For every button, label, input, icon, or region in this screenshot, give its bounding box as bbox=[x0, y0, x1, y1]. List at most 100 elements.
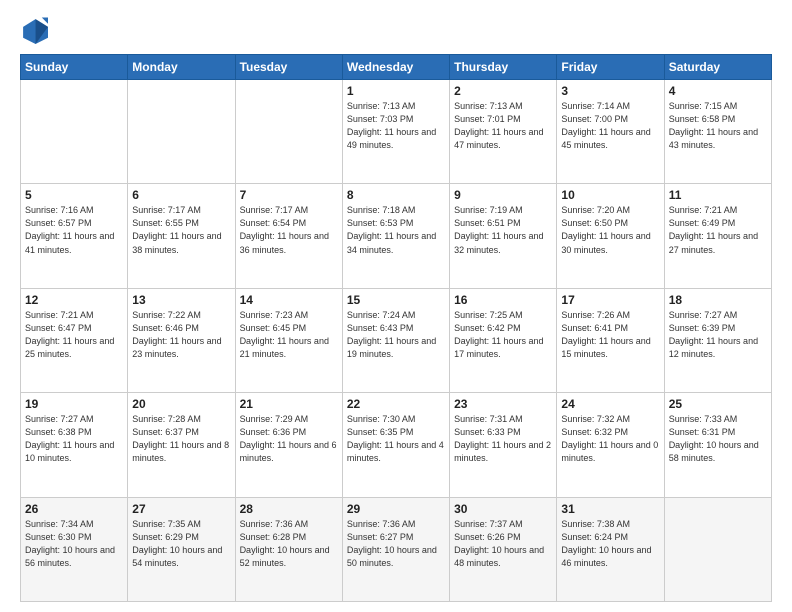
header bbox=[20, 16, 772, 44]
day-number: 31 bbox=[561, 502, 659, 516]
day-number: 21 bbox=[240, 397, 338, 411]
day-number: 30 bbox=[454, 502, 552, 516]
day-number: 9 bbox=[454, 188, 552, 202]
day-number: 19 bbox=[25, 397, 123, 411]
day-info: Sunrise: 7:17 AM Sunset: 6:55 PM Dayligh… bbox=[132, 204, 230, 256]
day-info: Sunrise: 7:24 AM Sunset: 6:43 PM Dayligh… bbox=[347, 309, 445, 361]
calendar-cell bbox=[128, 80, 235, 184]
calendar-week-row: 1Sunrise: 7:13 AM Sunset: 7:03 PM Daylig… bbox=[21, 80, 772, 184]
day-number: 17 bbox=[561, 293, 659, 307]
day-info: Sunrise: 7:18 AM Sunset: 6:53 PM Dayligh… bbox=[347, 204, 445, 256]
day-number: 29 bbox=[347, 502, 445, 516]
day-number: 4 bbox=[669, 84, 767, 98]
day-info: Sunrise: 7:20 AM Sunset: 6:50 PM Dayligh… bbox=[561, 204, 659, 256]
calendar-cell: 14 Sunrise: 7:23 AM Sunset: 6:45 PM Dayli… bbox=[235, 288, 342, 392]
day-info: Sunrise: 7:34 AM Sunset: 6:30 PM Dayligh… bbox=[25, 518, 123, 570]
day-number: 16 bbox=[454, 293, 552, 307]
day-info: Sunrise: 7:28 AM Sunset: 6:37 PM Dayligh… bbox=[132, 413, 230, 465]
day-info: Sunrise: 7:22 AM Sunset: 6:46 PM Dayligh… bbox=[132, 309, 230, 361]
calendar-cell: 17Sunrise: 7:26 AM Sunset: 6:41 PM Dayli… bbox=[557, 288, 664, 392]
calendar-cell: 7 Sunrise: 7:17 AM Sunset: 6:54 PM Daylig… bbox=[235, 184, 342, 288]
day-info: Sunrise: 7:25 AM Sunset: 6:42 PM Dayligh… bbox=[454, 309, 552, 361]
weekday-header: Thursday bbox=[450, 55, 557, 80]
day-info: Sunrise: 7:17 AM Sunset: 6:54 PM Dayligh… bbox=[240, 204, 338, 256]
day-info: Sunrise: 7:32 AM Sunset: 6:32 PM Dayligh… bbox=[561, 413, 659, 465]
calendar-cell: 12Sunrise: 7:21 AM Sunset: 6:47 PM Dayli… bbox=[21, 288, 128, 392]
calendar-cell: 15 Sunrise: 7:24 AM Sunset: 6:43 PM Dayli… bbox=[342, 288, 449, 392]
calendar-cell: 13Sunrise: 7:22 AM Sunset: 6:46 PM Dayli… bbox=[128, 288, 235, 392]
day-number: 18 bbox=[669, 293, 767, 307]
day-info: Sunrise: 7:23 AM Sunset: 6:45 PM Dayligh… bbox=[240, 309, 338, 361]
logo bbox=[20, 16, 52, 44]
calendar-cell: 5 Sunrise: 7:16 AM Sunset: 6:57 PM Daylig… bbox=[21, 184, 128, 288]
day-number: 3 bbox=[561, 84, 659, 98]
calendar-week-row: 26 Sunrise: 7:34 AM Sunset: 6:30 PM Dayli… bbox=[21, 497, 772, 601]
day-number: 22 bbox=[347, 397, 445, 411]
calendar-cell: 20 Sunrise: 7:28 AM Sunset: 6:37 PM Dayli… bbox=[128, 393, 235, 497]
day-info: Sunrise: 7:30 AM Sunset: 6:35 PM Dayligh… bbox=[347, 413, 445, 465]
day-info: Sunrise: 7:35 AM Sunset: 6:29 PM Dayligh… bbox=[132, 518, 230, 570]
calendar-cell: 8 Sunrise: 7:18 AM Sunset: 6:53 PM Daylig… bbox=[342, 184, 449, 288]
day-info: Sunrise: 7:15 AM Sunset: 6:58 PM Dayligh… bbox=[669, 100, 767, 152]
day-number: 15 bbox=[347, 293, 445, 307]
day-info: Sunrise: 7:13 AM Sunset: 7:01 PM Dayligh… bbox=[454, 100, 552, 152]
day-number: 24 bbox=[561, 397, 659, 411]
calendar-cell: 25Sunrise: 7:33 AM Sunset: 6:31 PM Dayli… bbox=[664, 393, 771, 497]
calendar-cell bbox=[235, 80, 342, 184]
day-info: Sunrise: 7:13 AM Sunset: 7:03 PM Dayligh… bbox=[347, 100, 445, 152]
weekday-row: SundayMondayTuesdayWednesdayThursdayFrid… bbox=[21, 55, 772, 80]
day-number: 14 bbox=[240, 293, 338, 307]
calendar-body: 1Sunrise: 7:13 AM Sunset: 7:03 PM Daylig… bbox=[21, 80, 772, 602]
calendar-cell: 23Sunrise: 7:31 AM Sunset: 6:33 PM Dayli… bbox=[450, 393, 557, 497]
calendar-cell: 11Sunrise: 7:21 AM Sunset: 6:49 PM Dayli… bbox=[664, 184, 771, 288]
logo-icon bbox=[20, 16, 48, 44]
day-info: Sunrise: 7:27 AM Sunset: 6:38 PM Dayligh… bbox=[25, 413, 123, 465]
calendar-cell: 3 Sunrise: 7:14 AM Sunset: 7:00 PM Daylig… bbox=[557, 80, 664, 184]
calendar-header: SundayMondayTuesdayWednesdayThursdayFrid… bbox=[21, 55, 772, 80]
day-info: Sunrise: 7:36 AM Sunset: 6:27 PM Dayligh… bbox=[347, 518, 445, 570]
calendar-cell: 4 Sunrise: 7:15 AM Sunset: 6:58 PM Daylig… bbox=[664, 80, 771, 184]
calendar: SundayMondayTuesdayWednesdayThursdayFrid… bbox=[20, 54, 772, 602]
weekday-header: Monday bbox=[128, 55, 235, 80]
day-info: Sunrise: 7:21 AM Sunset: 6:47 PM Dayligh… bbox=[25, 309, 123, 361]
day-number: 2 bbox=[454, 84, 552, 98]
weekday-header: Sunday bbox=[21, 55, 128, 80]
day-info: Sunrise: 7:37 AM Sunset: 6:26 PM Dayligh… bbox=[454, 518, 552, 570]
day-number: 26 bbox=[25, 502, 123, 516]
day-info: Sunrise: 7:19 AM Sunset: 6:51 PM Dayligh… bbox=[454, 204, 552, 256]
calendar-week-row: 5 Sunrise: 7:16 AM Sunset: 6:57 PM Daylig… bbox=[21, 184, 772, 288]
calendar-cell: 1Sunrise: 7:13 AM Sunset: 7:03 PM Daylig… bbox=[342, 80, 449, 184]
calendar-cell: 19 Sunrise: 7:27 AM Sunset: 6:38 PM Dayli… bbox=[21, 393, 128, 497]
day-number: 23 bbox=[454, 397, 552, 411]
calendar-week-row: 12Sunrise: 7:21 AM Sunset: 6:47 PM Dayli… bbox=[21, 288, 772, 392]
calendar-cell: 27 Sunrise: 7:35 AM Sunset: 6:29 PM Dayli… bbox=[128, 497, 235, 601]
calendar-cell: 18 Sunrise: 7:27 AM Sunset: 6:39 PM Dayli… bbox=[664, 288, 771, 392]
weekday-header: Tuesday bbox=[235, 55, 342, 80]
calendar-cell: 29 Sunrise: 7:36 AM Sunset: 6:27 PM Dayli… bbox=[342, 497, 449, 601]
calendar-cell bbox=[21, 80, 128, 184]
day-info: Sunrise: 7:27 AM Sunset: 6:39 PM Dayligh… bbox=[669, 309, 767, 361]
day-number: 5 bbox=[25, 188, 123, 202]
day-info: Sunrise: 7:36 AM Sunset: 6:28 PM Dayligh… bbox=[240, 518, 338, 570]
day-number: 20 bbox=[132, 397, 230, 411]
calendar-cell: 24 Sunrise: 7:32 AM Sunset: 6:32 PM Dayli… bbox=[557, 393, 664, 497]
weekday-header: Wednesday bbox=[342, 55, 449, 80]
calendar-cell: 9 Sunrise: 7:19 AM Sunset: 6:51 PM Daylig… bbox=[450, 184, 557, 288]
day-number: 28 bbox=[240, 502, 338, 516]
weekday-header: Friday bbox=[557, 55, 664, 80]
weekday-header: Saturday bbox=[664, 55, 771, 80]
calendar-cell: 16 Sunrise: 7:25 AM Sunset: 6:42 PM Dayli… bbox=[450, 288, 557, 392]
day-number: 6 bbox=[132, 188, 230, 202]
calendar-cell: 21Sunrise: 7:29 AM Sunset: 6:36 PM Dayli… bbox=[235, 393, 342, 497]
page: SundayMondayTuesdayWednesdayThursdayFrid… bbox=[0, 0, 792, 612]
day-info: Sunrise: 7:33 AM Sunset: 6:31 PM Dayligh… bbox=[669, 413, 767, 465]
day-number: 7 bbox=[240, 188, 338, 202]
day-info: Sunrise: 7:16 AM Sunset: 6:57 PM Dayligh… bbox=[25, 204, 123, 256]
day-number: 27 bbox=[132, 502, 230, 516]
calendar-cell: 26 Sunrise: 7:34 AM Sunset: 6:30 PM Dayli… bbox=[21, 497, 128, 601]
day-info: Sunrise: 7:14 AM Sunset: 7:00 PM Dayligh… bbox=[561, 100, 659, 152]
calendar-cell: 22 Sunrise: 7:30 AM Sunset: 6:35 PM Dayli… bbox=[342, 393, 449, 497]
day-info: Sunrise: 7:21 AM Sunset: 6:49 PM Dayligh… bbox=[669, 204, 767, 256]
day-number: 8 bbox=[347, 188, 445, 202]
calendar-cell: 6 Sunrise: 7:17 AM Sunset: 6:55 PM Daylig… bbox=[128, 184, 235, 288]
